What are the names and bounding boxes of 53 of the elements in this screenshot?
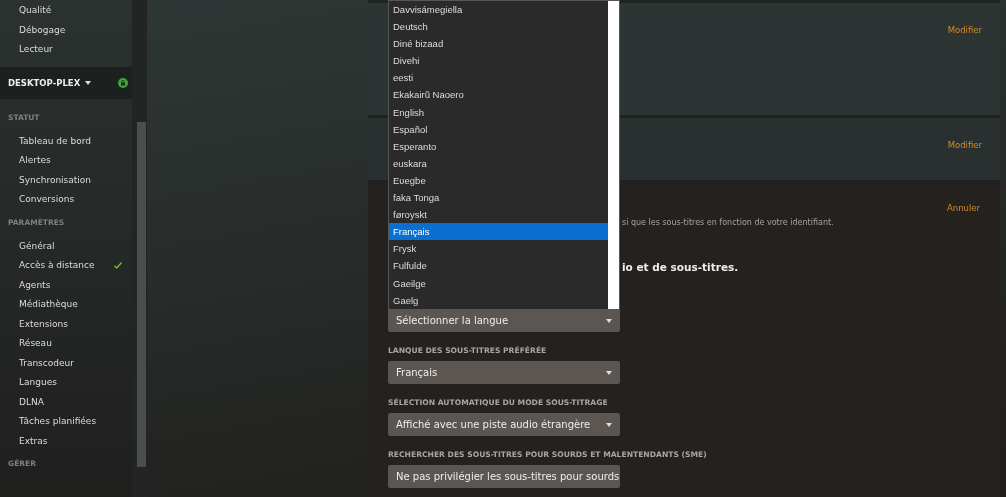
cancel-link[interactable]: Annuler [946,203,980,213]
sidebar-item[interactable]: Réseau [0,337,52,351]
language-option[interactable]: Diné bizaad [389,35,608,53]
sidebar-item[interactable]: Général [0,239,55,253]
language-option[interactable]: føroyskt [389,206,608,224]
sidebar-item[interactable]: Extensions [0,317,68,331]
language-option[interactable]: Eʋegbe [389,171,608,190]
sidebar-item[interactable]: Tableau de bord [0,134,91,148]
sidebar-item[interactable]: Alertes [0,154,51,168]
select-field[interactable]: Sélectionner la langue [388,309,620,332]
sidebar-item[interactable]: Synchronisation [0,173,92,187]
caret-icon [606,318,612,323]
sidebar-item[interactable]: Transcodeur [0,356,74,370]
language-option[interactable]: faka Tonga [389,189,608,207]
sidebar-item[interactable]: Extras [0,434,48,448]
select-field[interactable]: Affiché avec une piste audio étrangère [388,413,620,436]
sidebar-item[interactable]: Tâches planifiées [0,415,97,429]
select-field[interactable]: Français [388,361,620,384]
sidebar-item[interactable]: Lecteur [0,43,132,57]
sidebar-item[interactable]: Langues [0,376,57,390]
sidebar-item[interactable]: Conversions [0,193,75,207]
language-option[interactable]: Gaelg [389,291,608,309]
language-option[interactable]: Esperanto [389,137,608,155]
server-selector[interactable]: DESKTOP-PLEX [0,66,132,99]
select-field[interactable]: Ne pas privilégier les sous-titres pour sourds [388,465,620,488]
caret-icon [606,422,612,427]
description-text: si que les sous-titres en fonction de votre identifiant. [622,218,835,227]
edit-link[interactable]: Modifier [947,140,982,150]
language-option[interactable]: Divehi [389,52,608,70]
language-option[interactable]: Français [389,223,608,241]
edit-link[interactable]: Modifier [947,25,982,35]
language-option[interactable]: Davvisámegiella [389,1,608,19]
language-option[interactable]: eesti [389,69,608,87]
sidebar-item[interactable]: Débogage [0,23,132,37]
server-name[interactable]: DESKTOP-PLEX [8,77,81,88]
sidebar-item[interactable]: Médiathèque [0,298,78,312]
sidebar-item[interactable]: Qualité [0,4,132,18]
language-option[interactable]: euskara [389,154,608,172]
caret-icon [85,80,92,85]
scrollbar-thumb[interactable] [137,122,146,467]
language-option[interactable]: Deutsch [389,18,608,36]
language-option[interactable]: Ekakairũ Naoero [389,86,608,104]
caret-icon [606,370,612,375]
language-option[interactable]: Gaeilge [389,274,608,292]
section-title: io et de sous-titres. [622,261,740,273]
scrollbar[interactable] [608,1,619,309]
language-option[interactable]: Español [389,120,608,138]
language-option[interactable]: English [389,103,608,121]
language-option[interactable]: Frysk [389,240,608,258]
language-option[interactable]: Fulfulde [389,257,608,275]
sidebar-item[interactable]: Agents [0,278,51,292]
sidebar-item[interactable]: DLNA [0,395,44,409]
sidebar-item[interactable]: Accès à distance [0,259,95,273]
